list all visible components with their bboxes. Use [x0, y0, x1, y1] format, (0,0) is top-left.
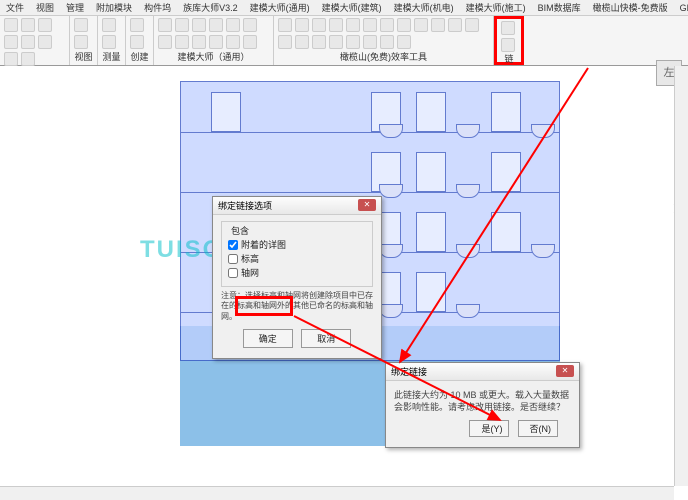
ribbon-tool-icon[interactable]: [329, 35, 343, 49]
ribbon-tool-icon[interactable]: [465, 18, 479, 32]
ribbon-group: 修改: [0, 16, 70, 65]
ribbon-tool-icon[interactable]: [414, 18, 428, 32]
ribbon-tool-icon[interactable]: [158, 35, 172, 49]
close-icon[interactable]: ✕: [556, 365, 574, 377]
ribbon-tab[interactable]: 建模大师(建筑): [316, 0, 388, 15]
ribbon-tool-icon[interactable]: [102, 18, 116, 32]
ribbon-tool-icon[interactable]: [380, 18, 394, 32]
ribbon-group: 链接: [494, 16, 524, 65]
ribbon-tool-icon[interactable]: [363, 18, 377, 32]
ribbon-tool-icon[interactable]: [312, 35, 326, 49]
ribbon-tool-icon[interactable]: [226, 35, 240, 49]
ribbon-group-label: 创建: [130, 50, 149, 63]
ribbon-tool-icon[interactable]: [192, 35, 206, 49]
ribbon-group: 测量: [98, 16, 126, 65]
ribbon-tool-icon[interactable]: [295, 35, 309, 49]
ribbon-tool-icon[interactable]: [175, 35, 189, 49]
ribbon-tab[interactable]: 文件: [0, 0, 30, 15]
ribbon-tool-icon[interactable]: [501, 38, 515, 52]
dialog-titlebar[interactable]: 绑定链接 ✕: [386, 363, 579, 381]
checkbox-grids[interactable]: 轴网: [228, 266, 366, 279]
ribbon-tool-icon[interactable]: [74, 35, 88, 49]
ribbon-tool-icon[interactable]: [158, 18, 172, 32]
ribbon-tool-icon[interactable]: [130, 35, 144, 49]
horizontal-scrollbar[interactable]: [0, 486, 674, 500]
group-label: 包含: [228, 224, 252, 237]
checkbox-attached-details[interactable]: 附着的详图: [228, 238, 366, 251]
yes-button[interactable]: 是(Y): [469, 420, 509, 437]
ribbon-group-label: 橄榄山(免费)效率工具: [278, 50, 489, 63]
ribbon-tool-icon[interactable]: [130, 18, 144, 32]
ok-button[interactable]: 确定: [243, 329, 293, 348]
ribbon-tool-icon[interactable]: [243, 35, 257, 49]
ribbon-tool-icon[interactable]: [192, 18, 206, 32]
ribbon-tab[interactable]: 构件坞: [138, 0, 177, 15]
ribbon-tool-icon[interactable]: [397, 35, 411, 49]
ribbon-tab[interactable]: 建模大师(机电): [388, 0, 460, 15]
ribbon-body: 修改视图测量创建建模大师（通用） 橄榄山(免费)效率工具链接: [0, 16, 688, 66]
ribbon-tool-icon[interactable]: [312, 18, 326, 32]
ribbon-tab[interactable]: 建模大师(施工): [460, 0, 532, 15]
ribbon-tool-icon[interactable]: [363, 35, 377, 49]
checkbox-levels[interactable]: 标高: [228, 252, 366, 265]
ribbon-tool-icon[interactable]: [4, 52, 18, 66]
ribbon-tool-icon[interactable]: [21, 52, 35, 66]
dialog-titlebar[interactable]: 绑定链接选项 ✕: [213, 197, 381, 215]
ribbon-tool-icon[interactable]: [329, 18, 343, 32]
ribbon-group: 创建: [126, 16, 154, 65]
ribbon-group-label: 建模大师（通用）: [158, 50, 269, 63]
ribbon-tab[interactable]: BIM数据库: [532, 0, 587, 15]
ribbon-tab[interactable]: 橄榄山快模-免费版: [587, 0, 674, 15]
ribbon-tool-icon[interactable]: [431, 18, 445, 32]
no-button[interactable]: 否(N): [518, 420, 558, 437]
ribbon-group: 视图: [70, 16, 98, 65]
bind-link-confirm-dialog: 绑定链接 ✕ 此链接大约为 10 MB 或更大。载入大量数据会影响性能。请考虑改…: [385, 362, 580, 448]
ribbon-tool-icon[interactable]: [21, 18, 35, 32]
ribbon-tool-icon[interactable]: [501, 21, 515, 35]
ribbon-tool-icon[interactable]: [346, 18, 360, 32]
vertical-scrollbar[interactable]: [674, 66, 688, 486]
ribbon-tab[interactable]: 管理: [60, 0, 90, 15]
ribbon-group-label: 测量: [102, 50, 121, 63]
ribbon-tab[interactable]: 建模大师(通用): [244, 0, 316, 15]
ribbon-group: 橄榄山(免费)效率工具: [274, 16, 494, 65]
ribbon-tabs: 文件视图管理附加模块构件坞族库大师V3.2建模大师(通用)建模大师(建筑)建模大…: [0, 0, 688, 16]
dialog-title-text: 绑定链接: [391, 365, 427, 378]
ribbon-tool-icon[interactable]: [21, 35, 35, 49]
cancel-button[interactable]: 取消: [301, 329, 351, 348]
ribbon-tool-icon[interactable]: [243, 18, 257, 32]
ribbon-tool-icon[interactable]: [295, 18, 309, 32]
ribbon-tool-icon[interactable]: [175, 18, 189, 32]
ribbon-tool-icon[interactable]: [209, 35, 223, 49]
ribbon-tool-icon[interactable]: [38, 18, 52, 32]
ribbon-tool-icon[interactable]: [448, 18, 462, 32]
ribbon-tab[interactable]: 视图: [30, 0, 60, 15]
ribbon-tool-icon[interactable]: [209, 18, 223, 32]
ribbon-tool-icon[interactable]: [380, 35, 394, 49]
ribbon-tool-icon[interactable]: [102, 35, 116, 49]
ribbon-tool-icon[interactable]: [278, 35, 292, 49]
ribbon-tool-icon[interactable]: [226, 18, 240, 32]
ribbon-tool-icon[interactable]: [397, 18, 411, 32]
dialog-title-text: 绑定链接选项: [218, 199, 272, 212]
ribbon-tool-icon[interactable]: [278, 18, 292, 32]
dialog-message: 此链接大约为 10 MB 或更大。载入大量数据会影响性能。请考虑改用链接。是否继…: [394, 390, 571, 413]
ribbon-tool-icon[interactable]: [74, 18, 88, 32]
ribbon-group: 建模大师（通用）: [154, 16, 274, 65]
bind-link-options-dialog: 绑定链接选项 ✕ 包含 附着的详图 标高 轴网 注意：选择标高和轴网将创建除项目…: [212, 196, 382, 359]
ribbon-tab[interactable]: 附加模块: [90, 0, 138, 15]
ribbon-tool-icon[interactable]: [4, 18, 18, 32]
ribbon-tab[interactable]: GLS土建: [674, 0, 688, 15]
dialog-note: 注意：选择标高和轴网将创建除项目中已存在的标高和轴网外的其他已命名的标高和轴网。: [221, 291, 373, 322]
close-icon[interactable]: ✕: [358, 199, 376, 211]
ribbon-tab[interactable]: 族库大师V3.2: [177, 0, 244, 15]
ribbon-tool-icon[interactable]: [38, 35, 52, 49]
ribbon-group-label: 视图: [74, 50, 93, 63]
ribbon-tool-icon[interactable]: [4, 35, 18, 49]
ribbon-tool-icon[interactable]: [346, 35, 360, 49]
